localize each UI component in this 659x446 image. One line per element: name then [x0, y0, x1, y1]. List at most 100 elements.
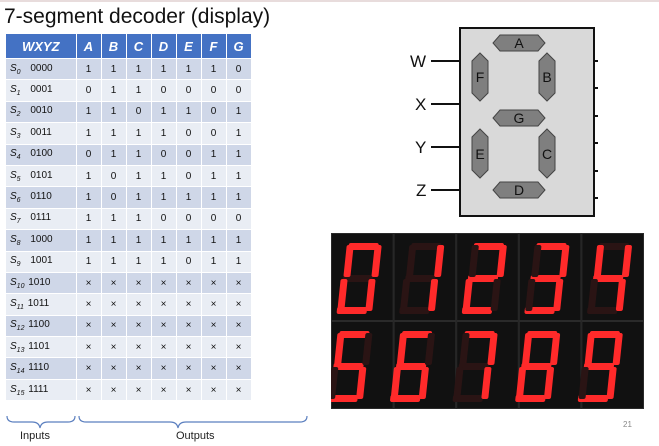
state-cell: S6 0110: [6, 186, 77, 209]
state-cell: S15 1111: [6, 378, 77, 401]
output-cell-e: 1: [176, 229, 202, 252]
segment-e-label: E: [475, 146, 484, 162]
output-cell-b: ×: [101, 357, 127, 380]
output-cell-c: ×: [126, 357, 152, 380]
output-cell-e: 0: [176, 164, 202, 187]
output-cell-d: 1: [151, 186, 177, 209]
table-row: S3 0011 1 1 1 1 0 0 1: [6, 122, 252, 145]
table-row: S6 0110 1 0 1 1 1 1 1: [6, 186, 252, 209]
output-cell-c: 1: [126, 207, 152, 230]
table-header-row: WXYZ A B C D E F G: [6, 34, 252, 59]
output-cell-c: 0: [126, 100, 152, 123]
output-cell-a: 1: [76, 186, 102, 209]
output-cell-a: ×: [76, 378, 102, 401]
output-cell-f: ×: [201, 314, 227, 337]
output-cell-a: ×: [76, 293, 102, 316]
output-cell-c: ×: [126, 378, 152, 401]
table-row: S2 0010 1 1 0 1 1 0 1: [6, 100, 252, 123]
led-digit: [518, 233, 582, 321]
output-cell-e: ×: [176, 271, 202, 294]
state-cell: S1 0001: [6, 79, 77, 102]
output-cell-d: 1: [151, 250, 177, 273]
output-cell-g: 1: [226, 186, 252, 209]
output-cell-a: ×: [76, 314, 102, 337]
top-border-line: [0, 0, 659, 2]
output-cell-a: ×: [76, 336, 102, 358]
output-cell-e: 0: [176, 250, 202, 273]
led-digit: [577, 321, 644, 409]
output-cell-b: ×: [101, 378, 127, 401]
output-cell-c: ×: [126, 336, 152, 358]
table-row: S1 0001 0 1 1 0 0 0 0: [6, 79, 252, 102]
output-cell-d: 0: [151, 143, 177, 166]
output-cell-e: 0: [176, 122, 202, 145]
output-cell-a: 1: [76, 57, 102, 80]
output-cell-c: 1: [126, 122, 152, 145]
table-row: S0 0000 1 1 1 1 1 1 0: [6, 57, 252, 80]
output-cell-e: ×: [176, 314, 202, 337]
state-cell: S0 0000: [6, 57, 77, 80]
output-cell-e: 1: [176, 57, 202, 80]
table-row: S8 1000 1 1 1 1 1 1 1: [6, 229, 252, 252]
output-cell-a: 0: [76, 79, 102, 102]
led-digit: [331, 233, 394, 321]
output-cell-a: 1: [76, 250, 102, 273]
output-cell-c: 1: [126, 143, 152, 166]
output-cell-e: ×: [176, 293, 202, 316]
output-cell-d: ×: [151, 314, 177, 337]
output-cell-d: ×: [151, 293, 177, 316]
state-cell: S3 0011: [6, 122, 77, 145]
output-cell-b: 1: [101, 57, 127, 80]
state-cell: S4 0100: [6, 143, 77, 166]
table-row: S4 0100 0 1 1 0 0 1 1: [6, 143, 252, 166]
output-cell-f: 0: [201, 79, 227, 102]
output-cell-e: 0: [176, 79, 202, 102]
state-cell: S10 1010: [6, 271, 77, 294]
output-cell-c: 1: [126, 186, 152, 209]
segment-f-label: F: [476, 69, 485, 85]
led-digit: [393, 233, 457, 321]
output-cell-g: ×: [226, 293, 252, 316]
output-cell-e: 1: [176, 186, 202, 209]
segment-b-label: B: [542, 69, 551, 85]
output-cell-b: ×: [101, 293, 127, 316]
output-cell-g: ×: [226, 336, 252, 358]
output-cell-g: 1: [226, 100, 252, 123]
output-cell-f: ×: [201, 357, 227, 380]
output-cell-a: 1: [76, 207, 102, 230]
output-cell-a: ×: [76, 271, 102, 294]
output-cell-b: 1: [101, 122, 127, 145]
state-cell: S5 0101: [6, 164, 77, 187]
table-row: S5 0101 1 0 1 1 0 1 1: [6, 164, 252, 187]
output-cell-g: 1: [226, 143, 252, 166]
segment-d-label: D: [514, 182, 524, 198]
state-cell: S14 1110: [6, 357, 77, 380]
output-cell-a: ×: [76, 357, 102, 380]
header-wxyz: WXYZ: [6, 34, 77, 59]
inputs-brace: [6, 415, 76, 429]
table-row: S9 1001 1 1 1 1 0 1 1: [6, 250, 252, 273]
led-digit: [390, 321, 457, 409]
output-cell-f: 1: [201, 143, 227, 166]
output-cell-f: 0: [201, 207, 227, 230]
state-cell: S2 0010: [6, 100, 77, 123]
output-cell-c: 1: [126, 57, 152, 80]
output-cell-a: 1: [76, 164, 102, 187]
output-cell-f: 1: [201, 186, 227, 209]
output-cell-c: ×: [126, 271, 152, 294]
output-cell-b: 1: [101, 100, 127, 123]
table-row: S13 1101 × × × × × × ×: [6, 336, 252, 358]
truth-table: WXYZ A B C D E F G S0 0000 1 1 1 1 1 1 0 S1 0001…: [6, 34, 252, 401]
table-row: S11 1011 × × × × × × ×: [6, 293, 252, 316]
led-digits-photo: [327, 233, 644, 409]
output-cell-b: 0: [101, 164, 127, 187]
output-cell-d: ×: [151, 378, 177, 401]
state-cell: S9 1001: [6, 250, 77, 273]
output-cell-g: 0: [226, 57, 252, 80]
output-cell-f: 1: [201, 57, 227, 80]
output-cell-e: 0: [176, 143, 202, 166]
output-cell-g: 1: [226, 164, 252, 187]
state-cell: S11 1011: [6, 293, 77, 316]
output-cell-g: 0: [226, 79, 252, 102]
inputs-label: Inputs: [20, 430, 50, 442]
